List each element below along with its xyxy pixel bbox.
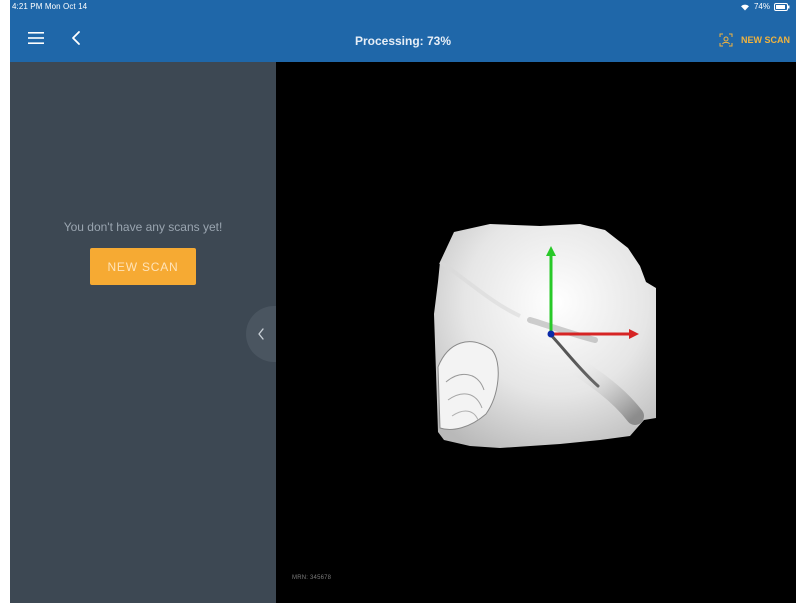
new-scan-button[interactable]: NEW SCAN [90, 248, 196, 285]
header-new-scan-label: NEW SCAN [741, 35, 790, 45]
wifi-icon [740, 4, 749, 10]
scan-icon [719, 33, 733, 47]
chevron-left-icon [258, 328, 264, 340]
battery-percent: 74% [753, 2, 770, 11]
mrn-label: MRN: 345678 [292, 575, 332, 581]
app-window: 4:21 PM Mon Oct 14 74% Processing: 73% N… [10, 0, 796, 603]
status-indicators: 74% [740, 2, 790, 11]
battery-icon [774, 2, 790, 11]
empty-scans-message: You don't have any scans yet! [63, 220, 223, 234]
scans-sidebar: You don't have any scans yet! NEW SCAN [10, 62, 276, 603]
top-bar: 4:21 PM Mon Oct 14 74% Processing: 73% N… [10, 0, 796, 62]
3d-viewer[interactable]: MRN: 345678 [276, 62, 796, 603]
header-new-scan-button[interactable]: NEW SCAN [719, 33, 790, 47]
scanned-mesh-model[interactable] [430, 222, 658, 448]
sidebar-collapse-handle[interactable] [246, 306, 276, 362]
status-time-date: 4:21 PM Mon Oct 14 [12, 2, 88, 11]
page-title: Processing: 73% [354, 34, 452, 48]
